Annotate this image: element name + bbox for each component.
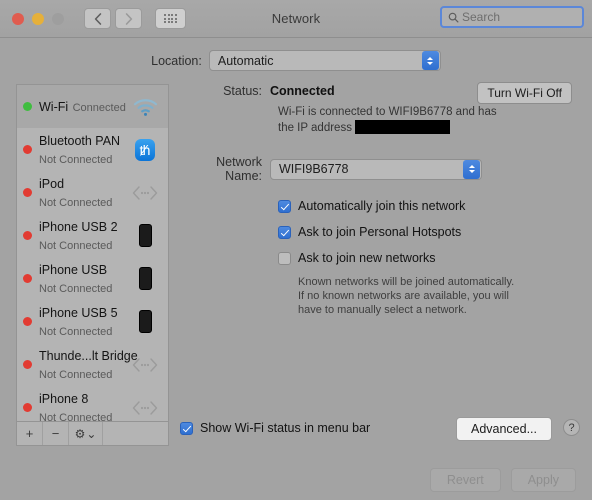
sidebar-item-wi-fi[interactable]: Wi-Fi Connected	[17, 85, 168, 128]
service-name: iPhone USB 5	[39, 305, 118, 320]
service-status: Not Connected	[39, 325, 113, 338]
apply-button[interactable]: Apply	[510, 468, 576, 492]
sidebar-item-iphone-usb[interactable]: iPhone USB Not Connected	[17, 257, 168, 300]
location-value: Automatic	[217, 53, 274, 68]
show-status-menubar-checkbox[interactable]	[180, 422, 193, 435]
iphone-icon	[138, 310, 152, 333]
status-dot	[23, 317, 32, 326]
network-name-label: Network Name:	[216, 155, 262, 183]
sidebar-toolbar-filler	[103, 422, 168, 445]
status-dot	[23, 360, 32, 369]
connection-description: Wi-Fi is connected to WIFI9B6778 and has…	[278, 105, 510, 136]
service-name: Wi-Fi	[39, 99, 69, 114]
add-service-button[interactable]: +	[17, 422, 43, 445]
chevron-updown-icon	[421, 51, 439, 70]
turn-wifi-off-button[interactable]: Turn Wi-Fi Off	[477, 82, 572, 104]
window-titlebar: Network	[0, 0, 592, 38]
status-dot	[23, 145, 32, 154]
advanced-button[interactable]: Advanced...	[455, 417, 552, 441]
ask-join-new-networks-label: Ask to join new networks	[298, 251, 436, 265]
status-dot	[23, 274, 32, 283]
sidebar-item-iphone-usb-2[interactable]: iPhone USB 2 Not Connected	[17, 214, 168, 257]
sidebar-item-bluetooth-pan[interactable]: Bluetooth PAN Not Connected ᵺ	[17, 128, 168, 171]
service-name: iPhone USB	[39, 262, 108, 277]
service-name: iPhone USB 2	[39, 219, 118, 234]
iphone-icon	[138, 224, 152, 247]
auto-join-network-label: Automatically join this network	[298, 199, 466, 213]
sidebar-toolbar: + − ⚙ ⌄	[17, 421, 168, 445]
revert-button[interactable]: Revert	[429, 468, 501, 492]
pane-bottom-row: Show Wi-Fi status in menu bar Advanced..…	[180, 417, 580, 441]
ask-join-hotspots-checkbox[interactable]	[278, 226, 291, 239]
help-button[interactable]: ?	[563, 419, 580, 436]
bluetooth-icon: ᵺ	[135, 138, 155, 161]
service-name: iPhone 8	[39, 391, 89, 406]
thunderbolt-icon	[132, 400, 158, 415]
service-status: Connected	[72, 101, 126, 114]
show-status-menubar-label: Show Wi-Fi status in menu bar	[200, 421, 371, 435]
location-dropdown[interactable]: Automatic	[208, 50, 441, 71]
network-services-sidebar: Wi-Fi Connected Bluetooth PAN Not Connec…	[16, 84, 169, 446]
status-dot	[23, 231, 32, 240]
remove-service-button[interactable]: −	[43, 422, 69, 445]
search-field[interactable]	[440, 6, 584, 28]
service-status: Not Connected	[39, 239, 113, 252]
network-name-value: WIFI9B6778	[279, 162, 349, 176]
window-footer: Revert Apply	[0, 460, 592, 500]
status-row: Status: Connected Turn Wi-Fi Off	[180, 82, 580, 104]
wifi-settings-pane: Status: Connected Turn Wi-Fi Off Wi-Fi i…	[180, 82, 580, 441]
ask-join-new-networks-row[interactable]: Ask to join new networks	[278, 251, 580, 266]
network-name-dropdown[interactable]: WIFI9B6778	[270, 158, 482, 180]
ask-join-new-networks-checkbox[interactable]	[278, 252, 291, 265]
service-name: Bluetooth PAN	[39, 133, 121, 148]
status-value: Connected	[270, 84, 335, 98]
status-dot	[23, 403, 32, 412]
auto-join-network-row[interactable]: Automatically join this network	[278, 199, 580, 214]
location-label: Location:	[151, 53, 202, 68]
service-status: Not Connected	[39, 282, 113, 295]
service-status: Not Connected	[39, 368, 113, 381]
iphone-icon	[138, 267, 152, 290]
service-name: Thunde...lt Bridge	[39, 348, 138, 363]
chevron-updown-icon	[463, 159, 480, 179]
sidebar-item-ipod[interactable]: iPod Not Connected	[17, 171, 168, 214]
service-status: Not Connected	[39, 196, 113, 209]
gear-icon: ⚙	[74, 426, 86, 441]
sidebar-item-thunderbolt-bridge[interactable]: Thunde...lt Bridge Not Connected	[17, 343, 168, 386]
service-name: iPod	[39, 176, 65, 191]
status-dot	[23, 188, 32, 197]
service-actions-button[interactable]: ⚙ ⌄	[69, 422, 103, 445]
thunderbolt-icon	[132, 185, 158, 200]
ask-join-hotspots-row[interactable]: Ask to join Personal Hotspots	[278, 225, 580, 240]
wifi-icon	[133, 98, 157, 116]
sidebar-item-iphone-usb-5[interactable]: iPhone USB 5 Not Connected	[17, 300, 168, 343]
sidebar-item-iphone-8[interactable]: iPhone 8 Not Connected	[17, 386, 168, 421]
status-dot	[23, 102, 32, 111]
show-status-menubar-row[interactable]: Show Wi-Fi status in menu bar	[180, 421, 370, 436]
ip-address-redaction	[355, 120, 451, 134]
network-services-list[interactable]: Wi-Fi Connected Bluetooth PAN Not Connec…	[17, 85, 168, 421]
service-status: Not Connected	[39, 411, 113, 422]
wifi-options: Automatically join this network Ask to j…	[278, 199, 580, 317]
auto-join-network-checkbox[interactable]	[278, 200, 291, 213]
chevron-down-icon: ⌄	[86, 426, 97, 441]
ask-join-hotspots-label: Ask to join Personal Hotspots	[298, 225, 462, 239]
new-networks-hint: Known networks will be joined automatica…	[298, 276, 515, 316]
thunderbolt-icon	[132, 357, 158, 372]
search-icon	[448, 12, 459, 22]
service-status: Not Connected	[39, 153, 113, 166]
location-row: Location: Automatic	[0, 50, 592, 71]
search-input[interactable]	[462, 10, 576, 24]
network-name-row: Network Name: WIFI9B6778	[180, 155, 580, 183]
status-label: Status:	[223, 84, 262, 98]
